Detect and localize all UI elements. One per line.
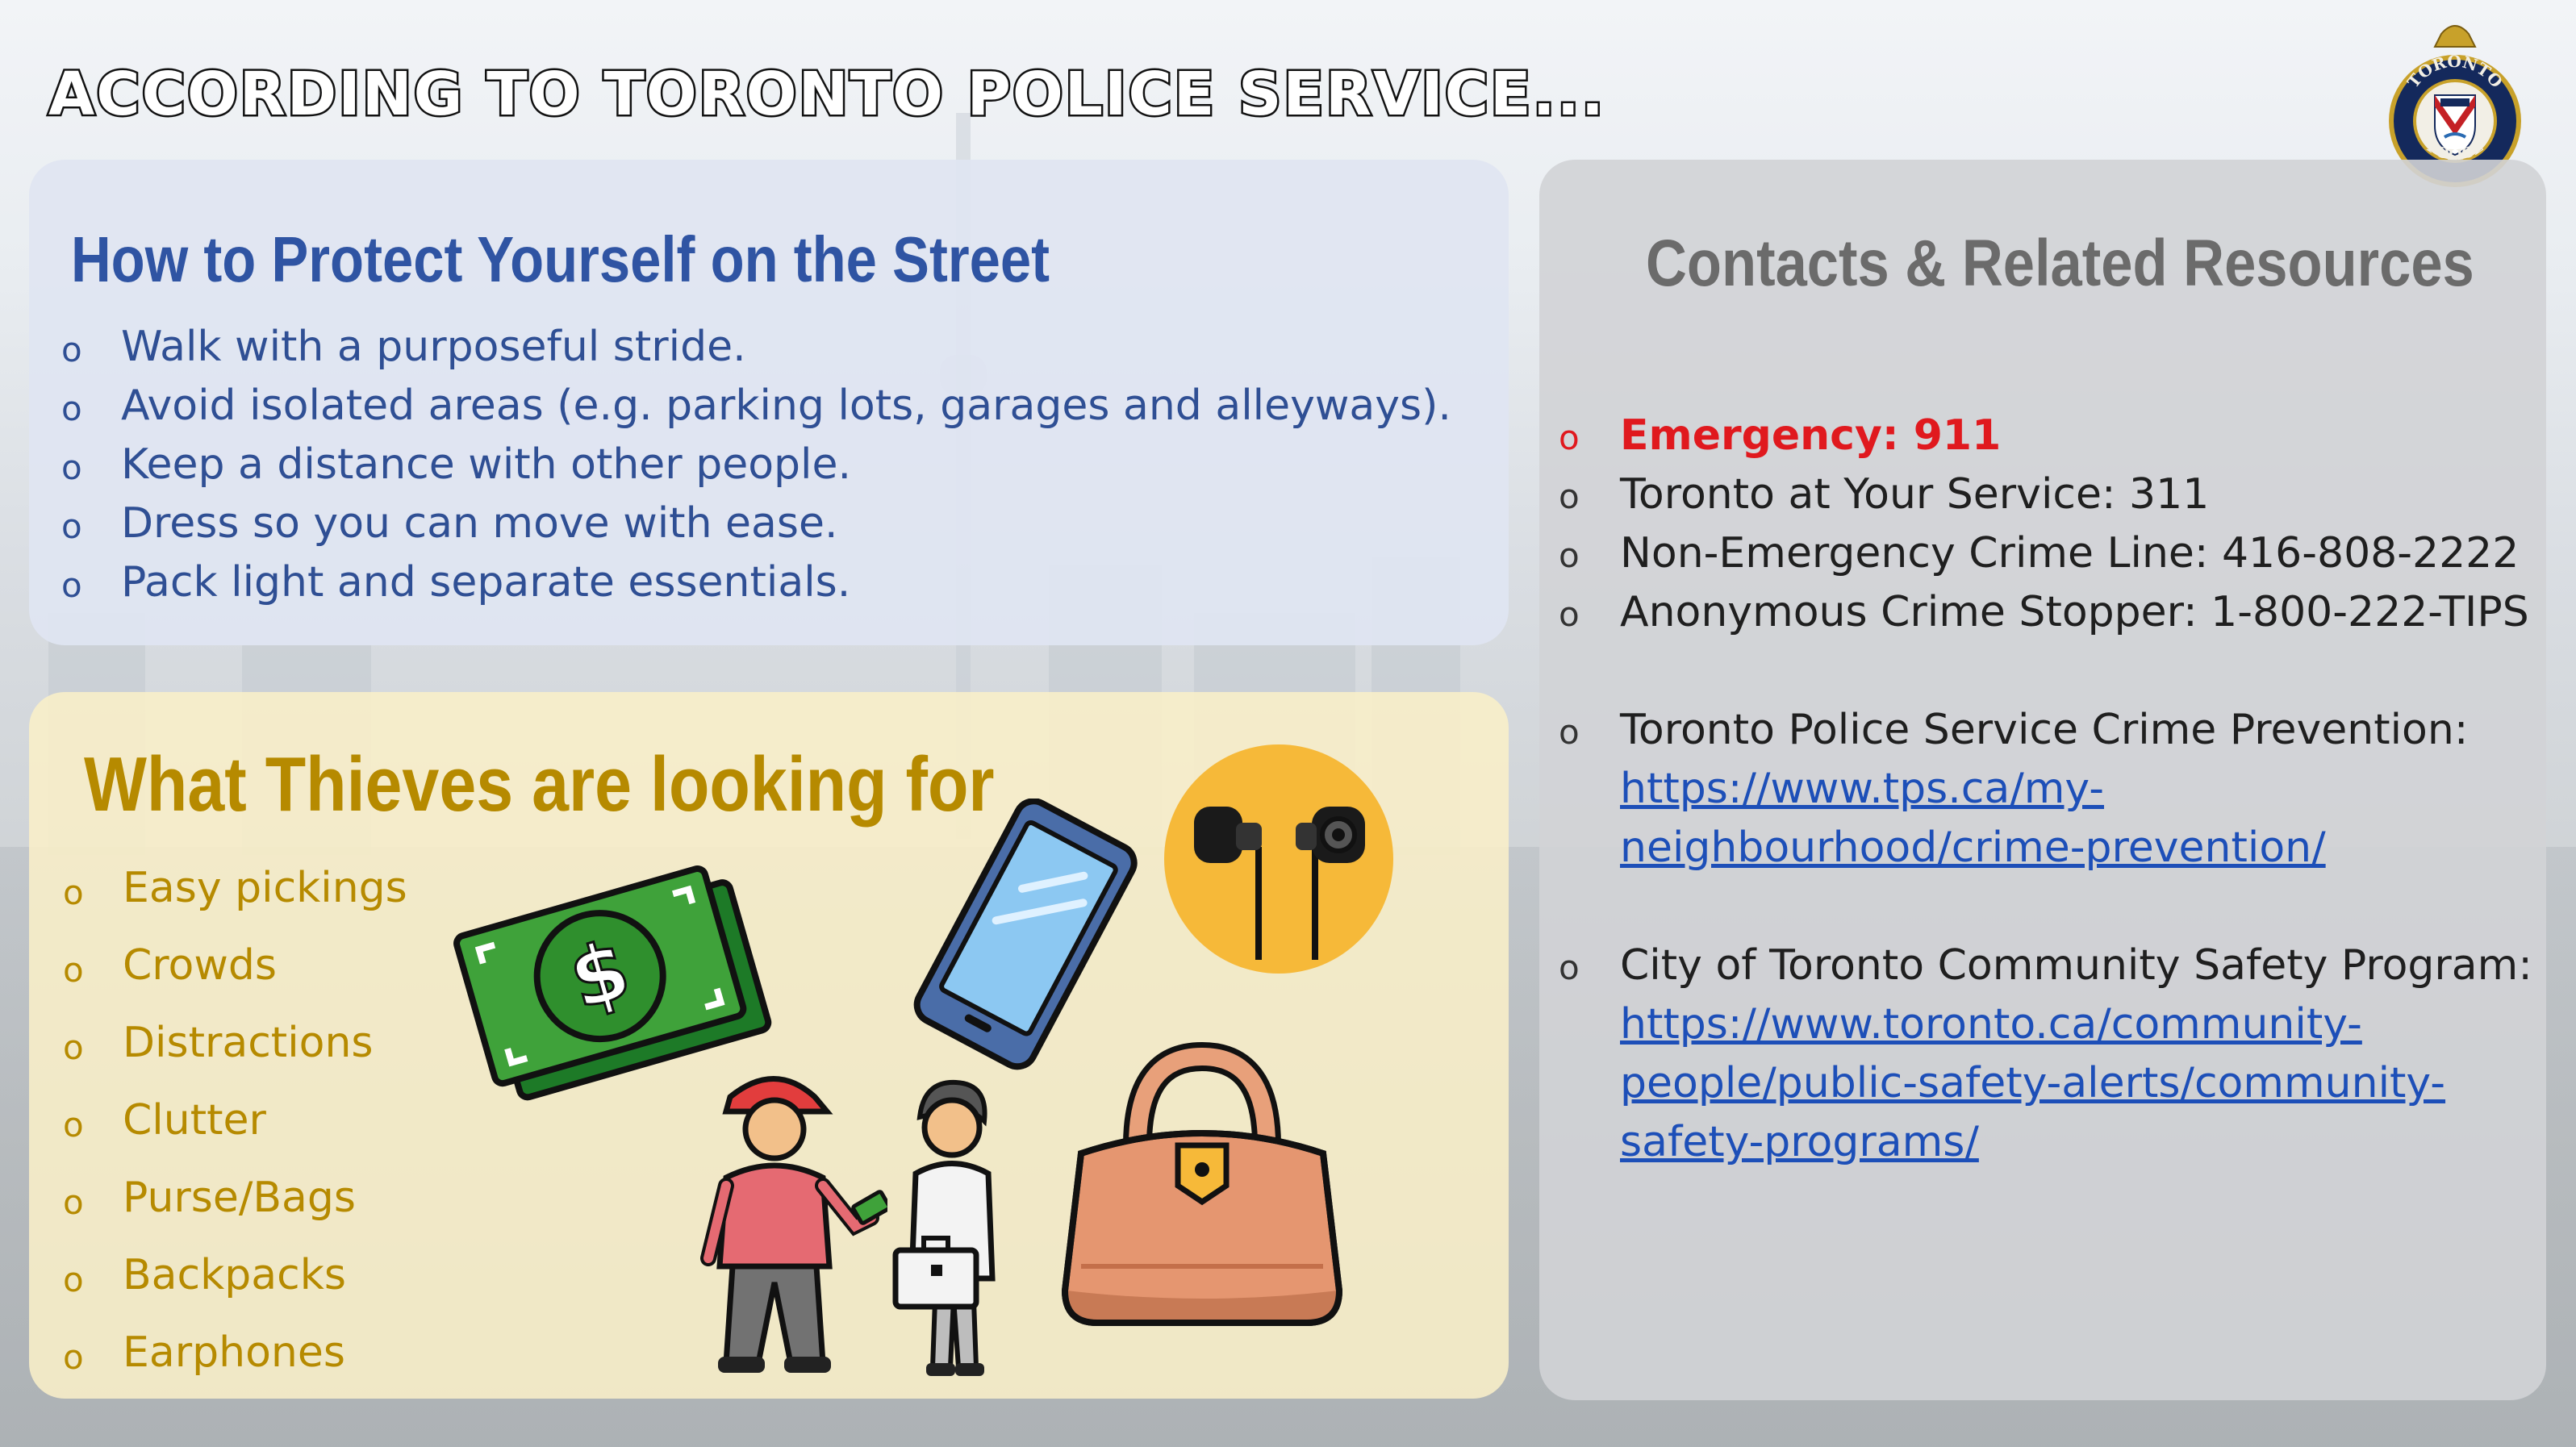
- earphones-icon: [1164, 744, 1393, 974]
- list-item: o Easy pickings: [63, 857, 407, 934]
- emergency-item: o Emergency: 911: [1559, 407, 2532, 465]
- bullet-icon: o: [63, 873, 84, 912]
- thieves-list: o Easy pickings o Crowds o Distractions o Cl…: [63, 857, 407, 1399]
- bullet-icon: o: [1559, 536, 1580, 575]
- contacts-heading: Contacts & Related Resources: [1646, 227, 2474, 300]
- list-item: o Toronto Police Service Crime Preventio…: [1559, 701, 2532, 878]
- bullet-icon: o: [1559, 477, 1580, 516]
- thief-icon: [700, 1076, 887, 1373]
- bullet-icon: o: [61, 565, 82, 605]
- tps-crime-prevention-link[interactable]: https://www.tps.ca/my- neighbourhood/cri…: [1620, 760, 2532, 878]
- bullet-icon: o: [1559, 418, 1580, 457]
- list-item: o Crowds: [63, 934, 407, 1011]
- list-item: o Earphones: [63, 1321, 407, 1399]
- city-safety-program-link[interactable]: https://www.toronto.ca/community- people…: [1620, 995, 2532, 1172]
- list-item: o Backpacks: [63, 1244, 407, 1321]
- bullet-icon: o: [63, 950, 84, 990]
- bullet-icon: o: [1559, 594, 1580, 634]
- bullet-icon: o: [61, 389, 82, 428]
- list-item: o Clutter: [63, 1089, 407, 1166]
- contacts-list: o Emergency: 911 o Toronto at Your Service…: [1559, 407, 2532, 1172]
- list-item: o Keep a distance with other people.: [61, 436, 1451, 494]
- bullet-icon: o: [61, 448, 82, 487]
- bullet-icon: o: [63, 1337, 84, 1377]
- bullet-icon: o: [63, 1182, 84, 1222]
- bullet-icon: o: [63, 1105, 84, 1145]
- list-item: o Non-Emergency Crime Line: 416-808-2222: [1559, 524, 2532, 583]
- list-item: o Purse/Bags: [63, 1166, 407, 1244]
- protect-heading: How to Protect Yourself on the Street: [71, 223, 1050, 295]
- list-item: o City of Toronto Community Safety Progr…: [1559, 936, 2532, 1172]
- list-item: o Anonymous Crime Stopper: 1-800-222-TIPS: [1559, 583, 2532, 642]
- list-item: o Distractions: [63, 1011, 407, 1089]
- bullet-icon: o: [61, 507, 82, 546]
- page-title: According to Toronto Police Service...: [47, 58, 1606, 131]
- protect-list: o Walk with a purposeful stride. o Avoid i…: [61, 318, 1451, 612]
- handbag-icon: [1061, 1041, 1343, 1326]
- bullet-icon: o: [1559, 948, 1580, 987]
- thieves-heading: What Thieves are looking for: [84, 741, 995, 828]
- bullet-icon: o: [61, 330, 82, 369]
- city-label: City of Toronto Community Safety Program…: [1620, 941, 2532, 990]
- bullet-icon: o: [63, 1260, 84, 1299]
- list-item: o Pack light and separate essentials.: [61, 553, 1451, 612]
- victim-icon: [892, 1079, 996, 1376]
- tps-label: Toronto Police Service Crime Prevention:: [1620, 706, 2469, 754]
- list-item: o Avoid isolated areas (e.g. parking lots…: [61, 377, 1451, 436]
- list-item: o Walk with a purposeful stride.: [61, 318, 1451, 377]
- list-item: o Dress so you can move with ease.: [61, 494, 1451, 553]
- bullet-icon: o: [1559, 712, 1580, 752]
- bullet-icon: o: [63, 1028, 84, 1067]
- list-item: o Toronto at Your Service: 311: [1559, 465, 2532, 524]
